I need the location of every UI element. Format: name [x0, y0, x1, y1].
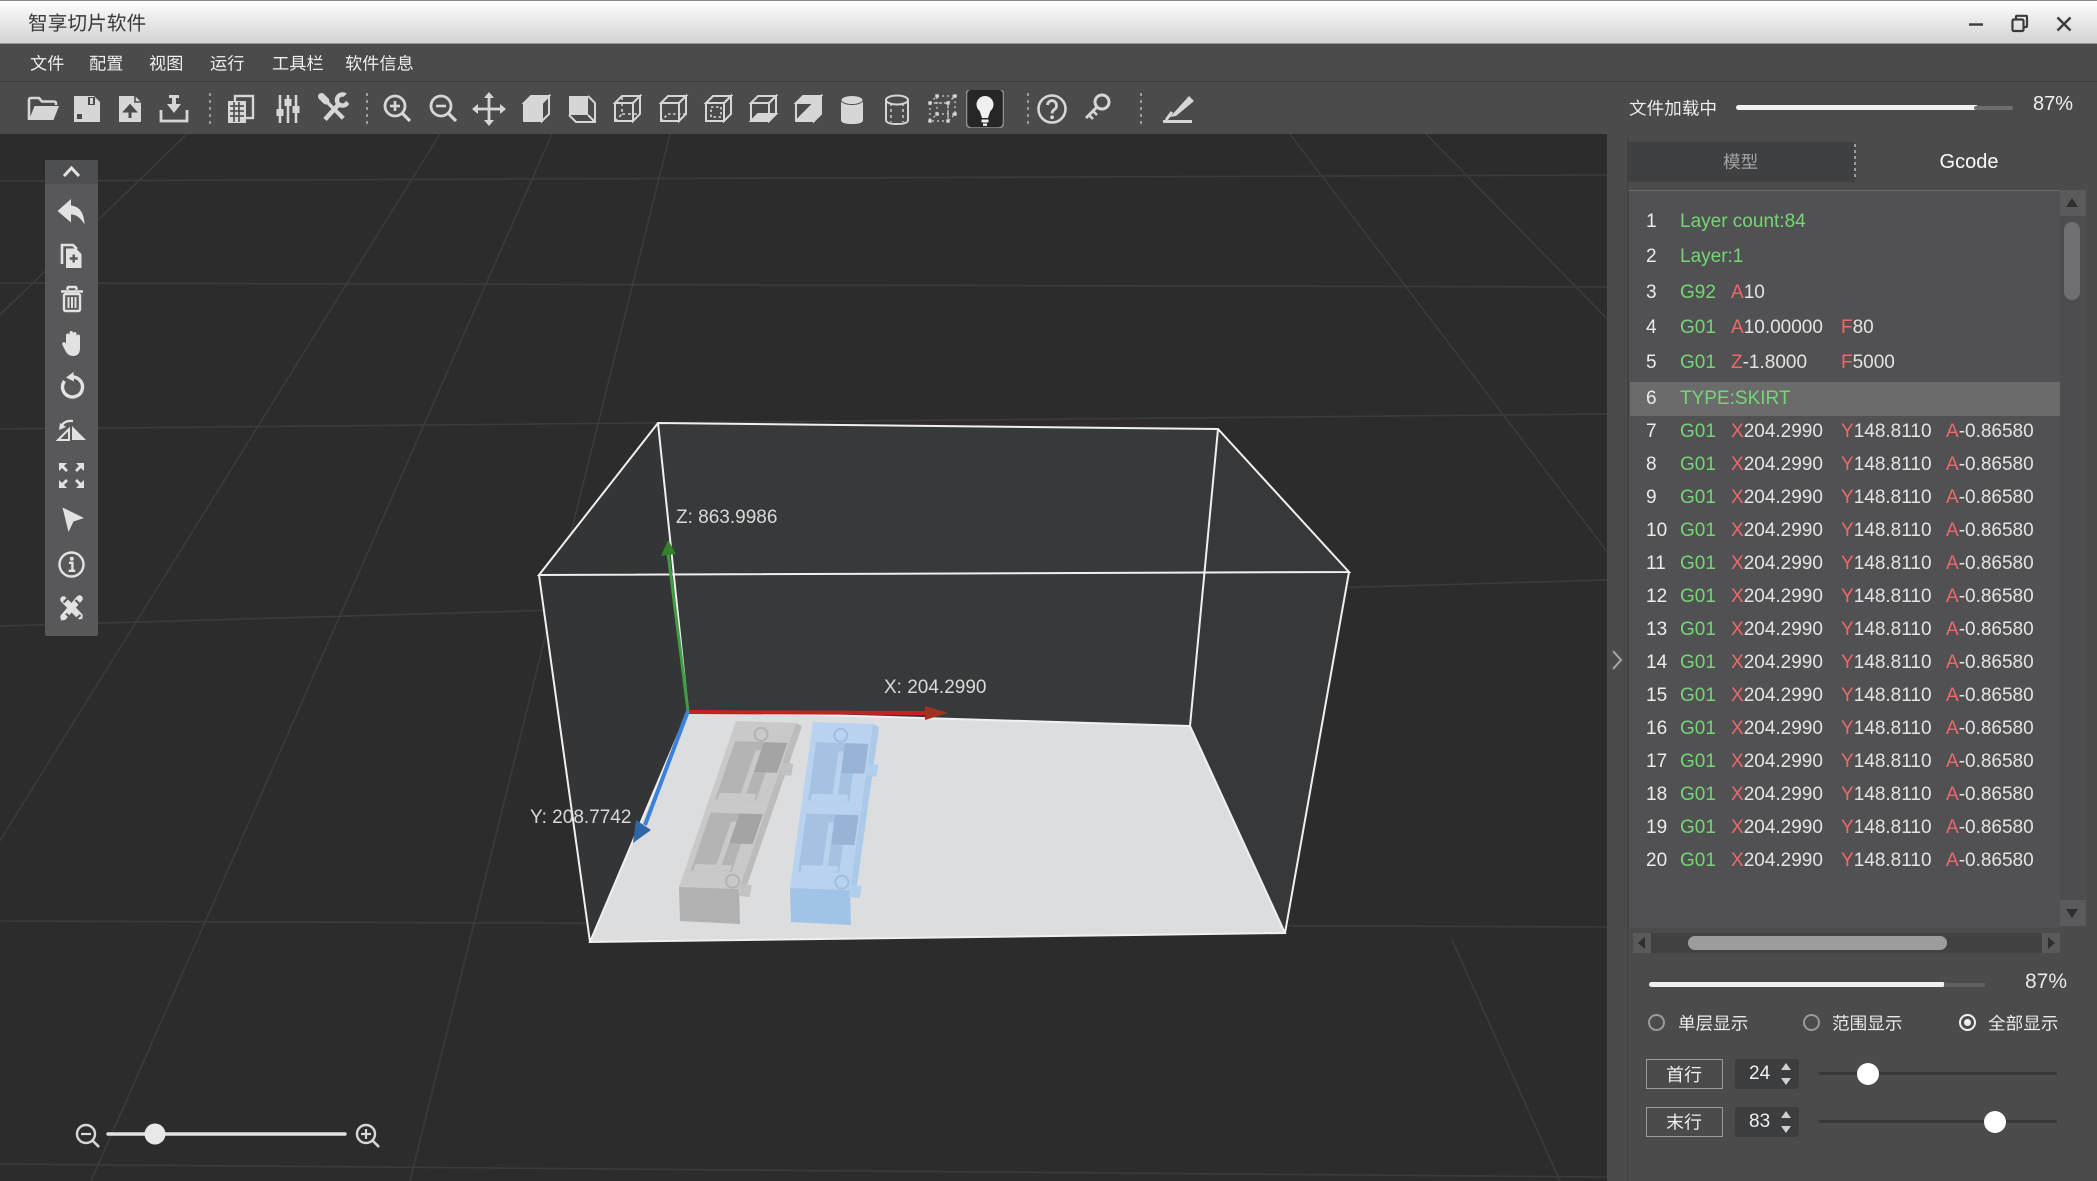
svg-text:Y: 208.7742: Y: 208.7742 [530, 807, 631, 828]
svg-text:X: 204.2990: X: 204.2990 [884, 677, 986, 698]
svg-text:Z: 863.9986: Z: 863.9986 [676, 507, 777, 528]
